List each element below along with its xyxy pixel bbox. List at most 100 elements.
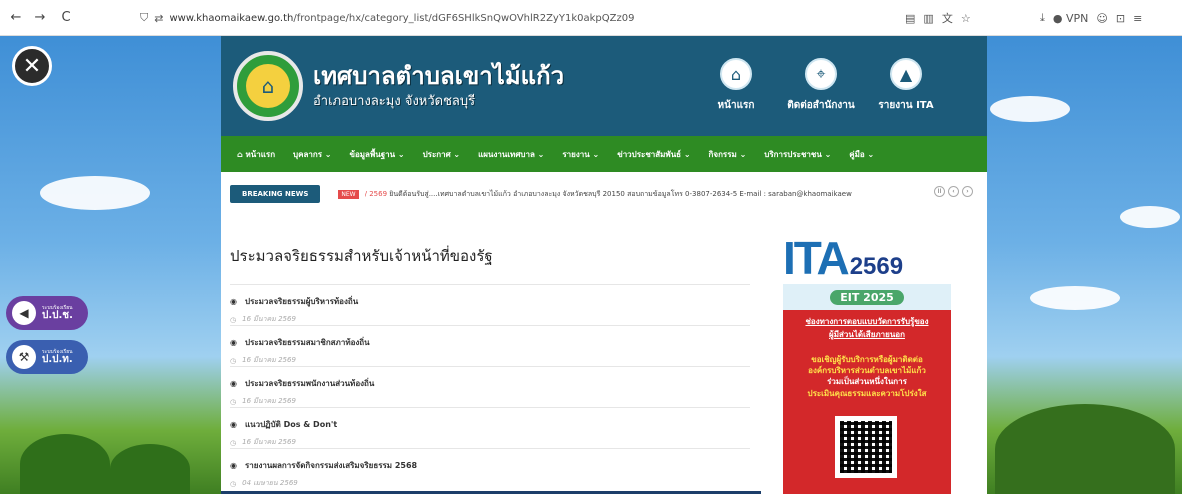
complaint-pacc-button[interactable]: ⚒ ระบบร้องเรียน ป.ป.ท. (6, 340, 88, 374)
article-date: 04 เมษายน 2569 (242, 479, 298, 487)
split-view-icon[interactable]: ▥ (923, 12, 933, 25)
clock-icon: ◷ (230, 397, 237, 406)
location-pin-icon: ⌖ (805, 58, 837, 90)
side-big-label: ป.ป.ท. (42, 353, 73, 365)
site-container: ⌂ เทศบาลตำบลเขาไม้แก้ว อำเภอบางละมุง จัง… (221, 36, 987, 494)
invite-text: ขอเชิญผู้รับบริการหรือผู้มาติดต่อ องค์กร… (787, 354, 947, 399)
invite-line: ร่วมเป็นส่วนหนึ่งในการ (827, 377, 907, 387)
mourning-ribbon-icon: ✕ (12, 46, 52, 86)
ita-year: 2569 (849, 253, 904, 280)
bullet-icon: ◉ (230, 461, 237, 470)
list-item: ◉ ประมวลจริยธรรมสมาชิกสภาท้องถิ่น ◷ 16 มีน… (230, 325, 750, 366)
back-button[interactable]: ← (6, 10, 26, 25)
cloud (1120, 206, 1180, 228)
gavel-icon: ⚒ (12, 345, 36, 369)
header-link-contact[interactable]: ⌖ ติดต่อสำนักงาน (786, 58, 856, 113)
reload-button[interactable]: C (56, 10, 76, 25)
tree (995, 404, 1175, 494)
translate-icon[interactable]: 文 (942, 10, 953, 26)
vpn-button[interactable]: ● VPN (1053, 12, 1089, 25)
page-title: ประมวลจริยธรรมสำหรับเจ้าหน้าที่ของรัฐ (230, 247, 493, 265)
prev-icon[interactable]: ‹ (948, 186, 959, 197)
clock-icon: ◷ (230, 315, 237, 324)
url-path: /frontpage/hx/category_list/dGF6SHlkSnQw… (293, 12, 635, 24)
municipality-logo[interactable]: ⌂ (233, 51, 303, 121)
article-link[interactable]: แนวปฏิบัติ Dos & Don't (245, 418, 337, 431)
ita-logo: ITA 2569 (783, 226, 951, 281)
menu-icon[interactable]: ≡ (1133, 12, 1142, 25)
cloud (1030, 286, 1120, 310)
screen: ← → C ⛉ ⇄ www.khaomaikaew.go.th/frontpag… (0, 0, 1182, 494)
menu-item-news[interactable]: ข่าวประชาสัมพันธ์ ⌄ (617, 148, 690, 161)
pause-icon[interactable]: II (934, 186, 945, 197)
ita-logo-text: ITA (783, 232, 850, 284)
tree (110, 444, 190, 494)
forward-button[interactable]: → (30, 10, 50, 25)
invite-line: ประเมินคุณธรรมและความโปร่งใส (807, 388, 927, 398)
header-link-label: รายงาน ITA (878, 100, 934, 111)
list-item: ◉ ประมวลจริยธรรมพนักงานส่วนท้องถิ่น ◷ 16 ม… (230, 366, 750, 407)
breaking-news-label: BREAKING NEWS (230, 185, 321, 203)
list-item: ◉ แนวปฏิบัติ Dos & Don't ◷ 16 มีนาคม 2569 (230, 407, 750, 448)
address-bar[interactable]: ⛉ ⇄ www.khaomaikaew.go.th/frontpage/hx/c… (140, 0, 960, 36)
url-text[interactable]: www.khaomaikaew.go.th/frontpage/hx/categ… (169, 13, 634, 24)
clock-icon: ◷ (230, 479, 237, 488)
article-date: 16 มีนาคม 2569 (242, 438, 296, 446)
bullet-icon: ◉ (230, 379, 237, 388)
survey-link-line: ช่องทางการตอบแบบวัดการรับรู้ของ (805, 317, 929, 326)
list-item: ◉ รายงานผลการจัดกิจกรรมส่งเสริมจริยธรรม 2… (230, 448, 750, 489)
bullet-icon: ◉ (230, 297, 237, 306)
home-icon: ⌂ (720, 58, 752, 90)
header-link-label: ติดต่อสำนักงาน (787, 100, 855, 111)
browser-toolbar: ← → C ⛉ ⇄ www.khaomaikaew.go.th/frontpag… (0, 0, 1182, 36)
megaphone-icon: ◀ (12, 301, 36, 325)
menu-item-manuals[interactable]: คู่มือ ⌄ (849, 148, 874, 161)
article-link[interactable]: ประมวลจริยธรรมพนักงานส่วนท้องถิ่น (245, 377, 374, 390)
extensions-icon[interactable]: ⊡ (1116, 12, 1125, 25)
breaking-news-message: ยินดีต้อนรับสู่....เทศบาลตำบลเขาไม้แก้ว … (389, 189, 852, 198)
article-link[interactable]: ประมวลจริยธรรมสมาชิกสภาท้องถิ่น (245, 336, 370, 349)
menu-item-basic-info[interactable]: ข้อมูลพื้นฐาน ⌄ (350, 148, 405, 161)
account-icon[interactable]: ☺ (1096, 12, 1107, 25)
next-icon[interactable]: › (962, 186, 973, 197)
cloud (990, 96, 1070, 122)
download-icon[interactable]: ⤓ (1040, 11, 1045, 25)
menu-item-services[interactable]: บริการประชาชน ⌄ (764, 148, 831, 161)
site-header: ⌂ เทศบาลตำบลเขาไม้แก้ว อำเภอบางละมุง จัง… (221, 36, 987, 136)
breaking-news-bar: BREAKING NEWS NEW / 2569 ยินดีต้อนรับสู่… (221, 172, 987, 216)
breaking-news-year: / 2569 (364, 189, 388, 198)
menu-item-home[interactable]: ⌂ หน้าแรก (237, 148, 275, 161)
invite-line: ขอเชิญผู้รับบริการหรือผู้มาติดต่อ (811, 355, 923, 364)
article-link[interactable]: รายงานผลการจัดกิจกรรมส่งเสริมจริยธรรม 25… (245, 459, 417, 472)
ita-poster: EIT 2025 ช่องทางการตอบแบบวัดการรับรู้ของ… (783, 284, 951, 494)
menu-item-personnel[interactable]: บุคลากร ⌄ (293, 148, 331, 161)
menu-item-reports[interactable]: รายงาน ⌄ (562, 148, 599, 161)
list-item: ◉ ประมวลจริยธรรมผู้บริหารท้องถิ่น ◷ 16 มีน… (230, 284, 750, 325)
eit-label: EIT 2025 (830, 289, 904, 305)
complaint-nacc-button[interactable]: ◀ ระบบร้องเรียน ป.ป.ช. (6, 296, 88, 330)
article-date: 16 มีนาคม 2569 (242, 397, 296, 405)
header-link-label: หน้าแรก (717, 100, 755, 111)
qr-code[interactable] (835, 416, 897, 478)
url-host: www.khaomaikaew.go.th (169, 12, 294, 24)
header-link-home[interactable]: ⌂ หน้าแรก (701, 58, 771, 113)
vpn-label: VPN (1065, 11, 1089, 25)
ita-banner[interactable]: ITA 2569 EIT 2025 ช่องทางการตอบแบบวัดการ… (783, 226, 951, 494)
breaking-news-text[interactable]: / 2569 ยินดีต้อนรับสู่....เทศบาลตำบลเขาไ… (365, 189, 925, 200)
reader-view-icon[interactable]: ▤ (905, 12, 915, 25)
survey-link[interactable]: ช่องทางการตอบแบบวัดการรับรู้ของ ผู้มีส่ว… (787, 316, 947, 342)
site-settings-icon[interactable]: ⇄ (154, 12, 163, 25)
new-badge: NEW (338, 189, 359, 199)
menu-item-announcements[interactable]: ประกาศ ⌄ (423, 148, 461, 161)
clock-icon: ◷ (230, 356, 237, 365)
ita-icon: ▲ (890, 58, 922, 90)
shield-icon[interactable]: ⛉ (140, 11, 148, 25)
article-link[interactable]: ประมวลจริยธรรมผู้บริหารท้องถิ่น (245, 295, 358, 308)
header-link-ita[interactable]: ▲ รายงาน ITA (871, 58, 941, 113)
menu-item-activities[interactable]: กิจกรรม ⌄ (709, 148, 747, 161)
side-big-label: ป.ป.ช. (42, 309, 73, 321)
menu-item-plans[interactable]: แผนงานเทศบาล ⌄ (478, 148, 544, 161)
bookmark-star-icon[interactable]: ☆ (961, 12, 971, 25)
tree (20, 434, 110, 494)
site-subtitle: อำเภอบางละมุง จังหวัดชลบุรี (313, 94, 476, 109)
